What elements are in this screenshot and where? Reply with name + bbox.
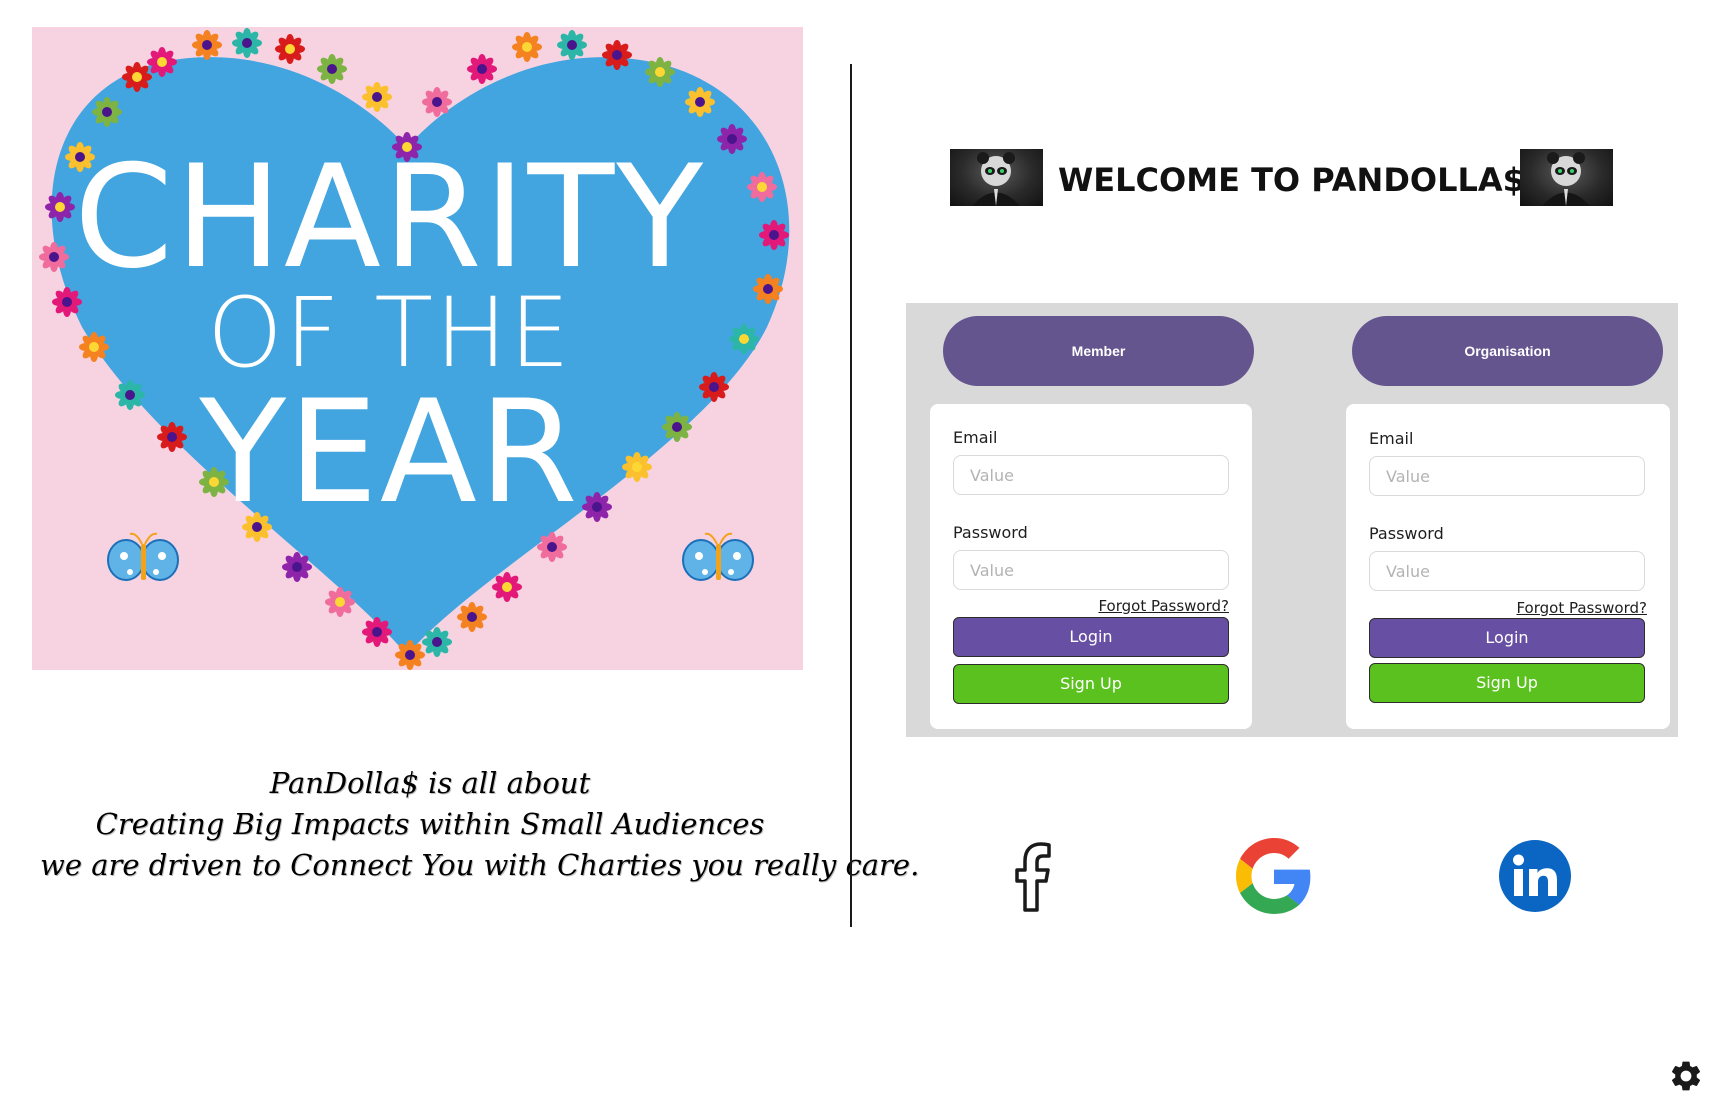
member-email-label: Email xyxy=(953,428,998,447)
flower-decoration xyxy=(467,54,497,84)
member-password-label: Password xyxy=(953,523,1028,542)
organisation-login-button[interactable]: Login xyxy=(1369,618,1645,658)
member-password-input[interactable] xyxy=(953,550,1229,590)
charity-of-the-year-banner: CHARITY OF THE YEAR xyxy=(32,27,803,670)
member-forgot-password-link[interactable]: Forgot Password? xyxy=(1098,597,1229,615)
hero-title-line1: CHARITY xyxy=(73,135,706,300)
settings-gear-icon[interactable] xyxy=(1668,1058,1704,1094)
flower-decoration xyxy=(275,34,305,64)
organisation-login-card: Email Password Forgot Password? Login Si… xyxy=(1346,404,1670,729)
organisation-email-label: Email xyxy=(1369,429,1414,448)
flower-decoration xyxy=(645,57,675,87)
organisation-password-input[interactable] xyxy=(1369,551,1645,591)
flower-decoration xyxy=(512,32,542,62)
tagline: PanDolla$ is all about Creating Big Impa… xyxy=(40,763,920,886)
flower-decoration xyxy=(92,97,122,127)
flower-decoration xyxy=(685,87,715,117)
linkedin-icon[interactable] xyxy=(1497,838,1573,914)
tagline-line3: we are driven to Connect You with Charti… xyxy=(40,848,920,882)
flower-decoration xyxy=(602,40,632,70)
hero-title-line2: OF THE xyxy=(207,277,572,389)
flower-decoration xyxy=(362,82,392,112)
butterfly-icon xyxy=(107,532,179,581)
flower-decoration xyxy=(362,617,392,647)
flower-decoration xyxy=(147,47,177,77)
flower-decoration xyxy=(422,87,452,117)
flower-decoration xyxy=(122,62,152,92)
tagline-line2: Creating Big Impacts within Small Audien… xyxy=(95,807,765,841)
tagline-line1: PanDolla$ is all about xyxy=(269,766,591,800)
flower-decoration xyxy=(325,587,355,617)
member-login-card: Email Password Forgot Password? Login Si… xyxy=(930,404,1252,729)
flower-decoration xyxy=(422,627,452,657)
panda-avatar-image xyxy=(1520,149,1613,206)
flower-decoration xyxy=(317,54,347,84)
butterfly-icon xyxy=(682,532,754,581)
organisation-password-label: Password xyxy=(1369,524,1444,543)
organisation-forgot-password-link[interactable]: Forgot Password? xyxy=(1516,599,1647,617)
flower-decoration xyxy=(395,640,425,670)
flower-decoration xyxy=(282,552,312,582)
organisation-signup-button[interactable]: Sign Up xyxy=(1369,663,1645,703)
member-signup-button[interactable]: Sign Up xyxy=(953,664,1229,704)
flower-decoration xyxy=(557,30,587,60)
panda-avatar-image xyxy=(950,149,1043,206)
flower-decoration xyxy=(457,602,487,632)
login-panel: Member Organisation Email Password Forgo… xyxy=(906,303,1678,737)
organisation-email-input[interactable] xyxy=(1369,456,1645,496)
welcome-heading: WELCOME TO PANDOLLA$ xyxy=(1058,161,1525,199)
member-tab-button[interactable]: Member xyxy=(943,316,1254,386)
flower-decoration xyxy=(492,572,522,602)
flower-decoration xyxy=(192,30,222,60)
google-icon[interactable] xyxy=(1236,838,1312,914)
flower-decoration xyxy=(537,532,567,562)
organisation-tab-button[interactable]: Organisation xyxy=(1352,316,1663,386)
member-email-input[interactable] xyxy=(953,455,1229,495)
flower-decoration xyxy=(232,28,262,58)
member-login-button[interactable]: Login xyxy=(953,617,1229,657)
vertical-divider xyxy=(850,64,852,927)
facebook-icon[interactable] xyxy=(997,838,1073,914)
hero-title-line3: YEAR xyxy=(199,370,580,535)
